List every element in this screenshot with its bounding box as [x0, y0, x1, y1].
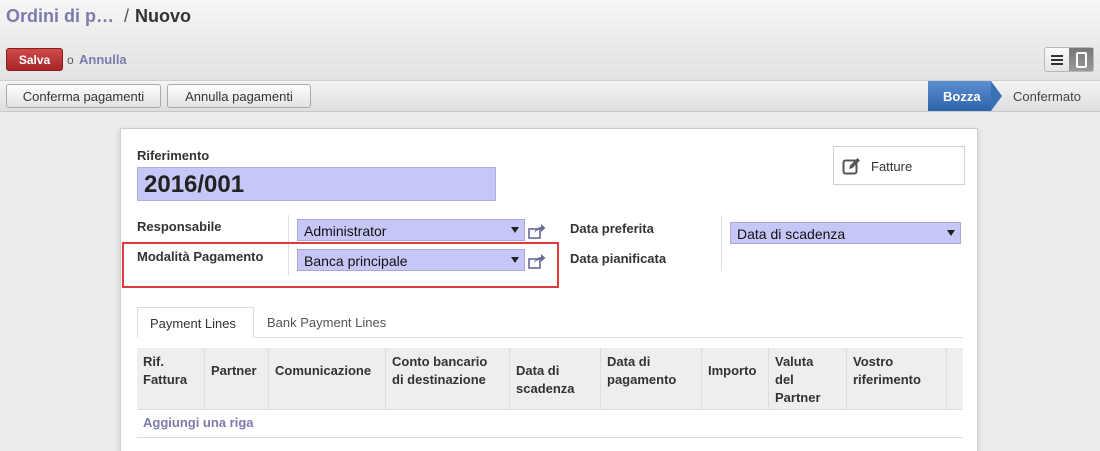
planned-date-label: Data pianificata — [570, 251, 667, 266]
add-line-link[interactable]: Aggiungi una riga — [143, 415, 254, 430]
label-divider — [721, 215, 722, 271]
column-header-amount[interactable]: Importo — [702, 348, 769, 410]
list-view-button[interactable] — [1045, 48, 1069, 71]
invoices-label: Fatture — [871, 159, 913, 174]
responsible-select[interactable]: Administrator — [297, 219, 525, 241]
or-text: o — [67, 53, 74, 67]
column-header-due-date[interactable]: Data di scadenza — [510, 348, 601, 410]
cancel-payments-button[interactable]: Annulla pagamenti — [167, 84, 311, 108]
preferred-date-value: Data di scadenza — [737, 226, 846, 242]
external-link-icon[interactable] — [528, 223, 546, 239]
breadcrumb-parent-link[interactable]: Ordini di p… — [6, 6, 114, 26]
form-icon — [1075, 51, 1087, 68]
breadcrumb-current: Nuovo — [135, 6, 192, 26]
reference-field[interactable]: 2016/001 — [137, 167, 496, 201]
column-header-partner-currency[interactable]: Valuta del Partner — [769, 348, 847, 410]
view-switcher — [1044, 47, 1094, 72]
tab-bank-payment-lines[interactable]: Bank Payment Lines — [255, 307, 405, 338]
column-header-invoice-ref[interactable]: Rif. Fattura — [137, 348, 205, 410]
reference-label: Riferimento — [137, 148, 210, 163]
column-header-line: Importo — [708, 363, 757, 378]
column-header-line: Rif. — [143, 354, 164, 369]
column-header-line: Fattura — [143, 372, 188, 387]
column-header-line: Comunicazione — [275, 363, 372, 378]
list-icon — [1051, 54, 1063, 65]
stage-arrow — [991, 81, 1002, 111]
save-button[interactable]: Salva — [6, 48, 63, 71]
breadcrumb: Ordini di p… / Nuovo — [6, 6, 191, 27]
column-header-line: pagamento — [607, 372, 677, 387]
column-header-line — [516, 353, 594, 362]
column-header-communication[interactable]: Comunicazione — [269, 348, 386, 410]
column-header-line: Data di — [516, 363, 560, 378]
column-header-partner[interactable]: Partner — [205, 348, 269, 410]
form-sheet: Riferimento 2016/001 Fatture Responsabil… — [120, 128, 978, 451]
column-header-line: Valuta — [775, 354, 814, 369]
column-header-line: di destinazione — [392, 372, 486, 387]
chevron-down-icon — [947, 230, 955, 236]
form-view-button[interactable] — [1069, 48, 1093, 71]
row-divider — [137, 437, 963, 438]
highlight-box — [122, 242, 559, 288]
notebook-tabs: Payment Lines Bank Payment Lines — [137, 307, 963, 338]
pencil-square-icon — [842, 158, 860, 175]
breadcrumb-separator: / — [124, 6, 130, 26]
discard-link[interactable]: Annulla — [79, 52, 127, 67]
confirm-payments-button[interactable]: Conferma pagamenti — [6, 84, 161, 108]
column-header-line: riferimento — [853, 372, 921, 387]
column-header-line: Partner — [211, 363, 257, 378]
invoices-smart-button[interactable]: Fatture — [833, 146, 965, 185]
statusbar: Conferma pagamenti Annulla pagamenti Boz… — [0, 81, 1100, 112]
column-header-your-reference[interactable]: Vostro riferimento — [847, 348, 947, 410]
preferred-date-select[interactable]: Data di scadenza — [730, 222, 961, 244]
column-header-line: del — [775, 372, 794, 387]
column-header-line: Vostro — [853, 354, 894, 369]
responsible-label: Responsabile — [137, 219, 222, 234]
column-header-line: Data di — [607, 354, 651, 369]
table-header: Rif. Fattura Partner Comunicazione Conto… — [137, 348, 963, 410]
responsible-value: Administrator — [304, 223, 387, 239]
tab-payment-lines[interactable]: Payment Lines — [137, 307, 254, 338]
column-header-line: Partner — [775, 390, 821, 405]
column-header-line: Conto bancario — [392, 354, 488, 369]
control-panel: Ordini di p… / Nuovo Salva o Annulla — [0, 0, 1100, 81]
stage-confirmed[interactable]: Confermato — [1013, 89, 1081, 104]
stage-draft[interactable]: Bozza — [928, 81, 991, 111]
chevron-down-icon — [511, 227, 519, 233]
payment-lines-table: Rif. Fattura Partner Comunicazione Conto… — [137, 348, 963, 438]
column-header-line: scadenza — [516, 381, 575, 396]
preferred-date-label: Data preferita — [570, 221, 654, 236]
column-header-payment-date[interactable]: Data di pagamento — [601, 348, 702, 410]
column-header-destination-account[interactable]: Conto bancario di destinazione — [386, 348, 510, 410]
